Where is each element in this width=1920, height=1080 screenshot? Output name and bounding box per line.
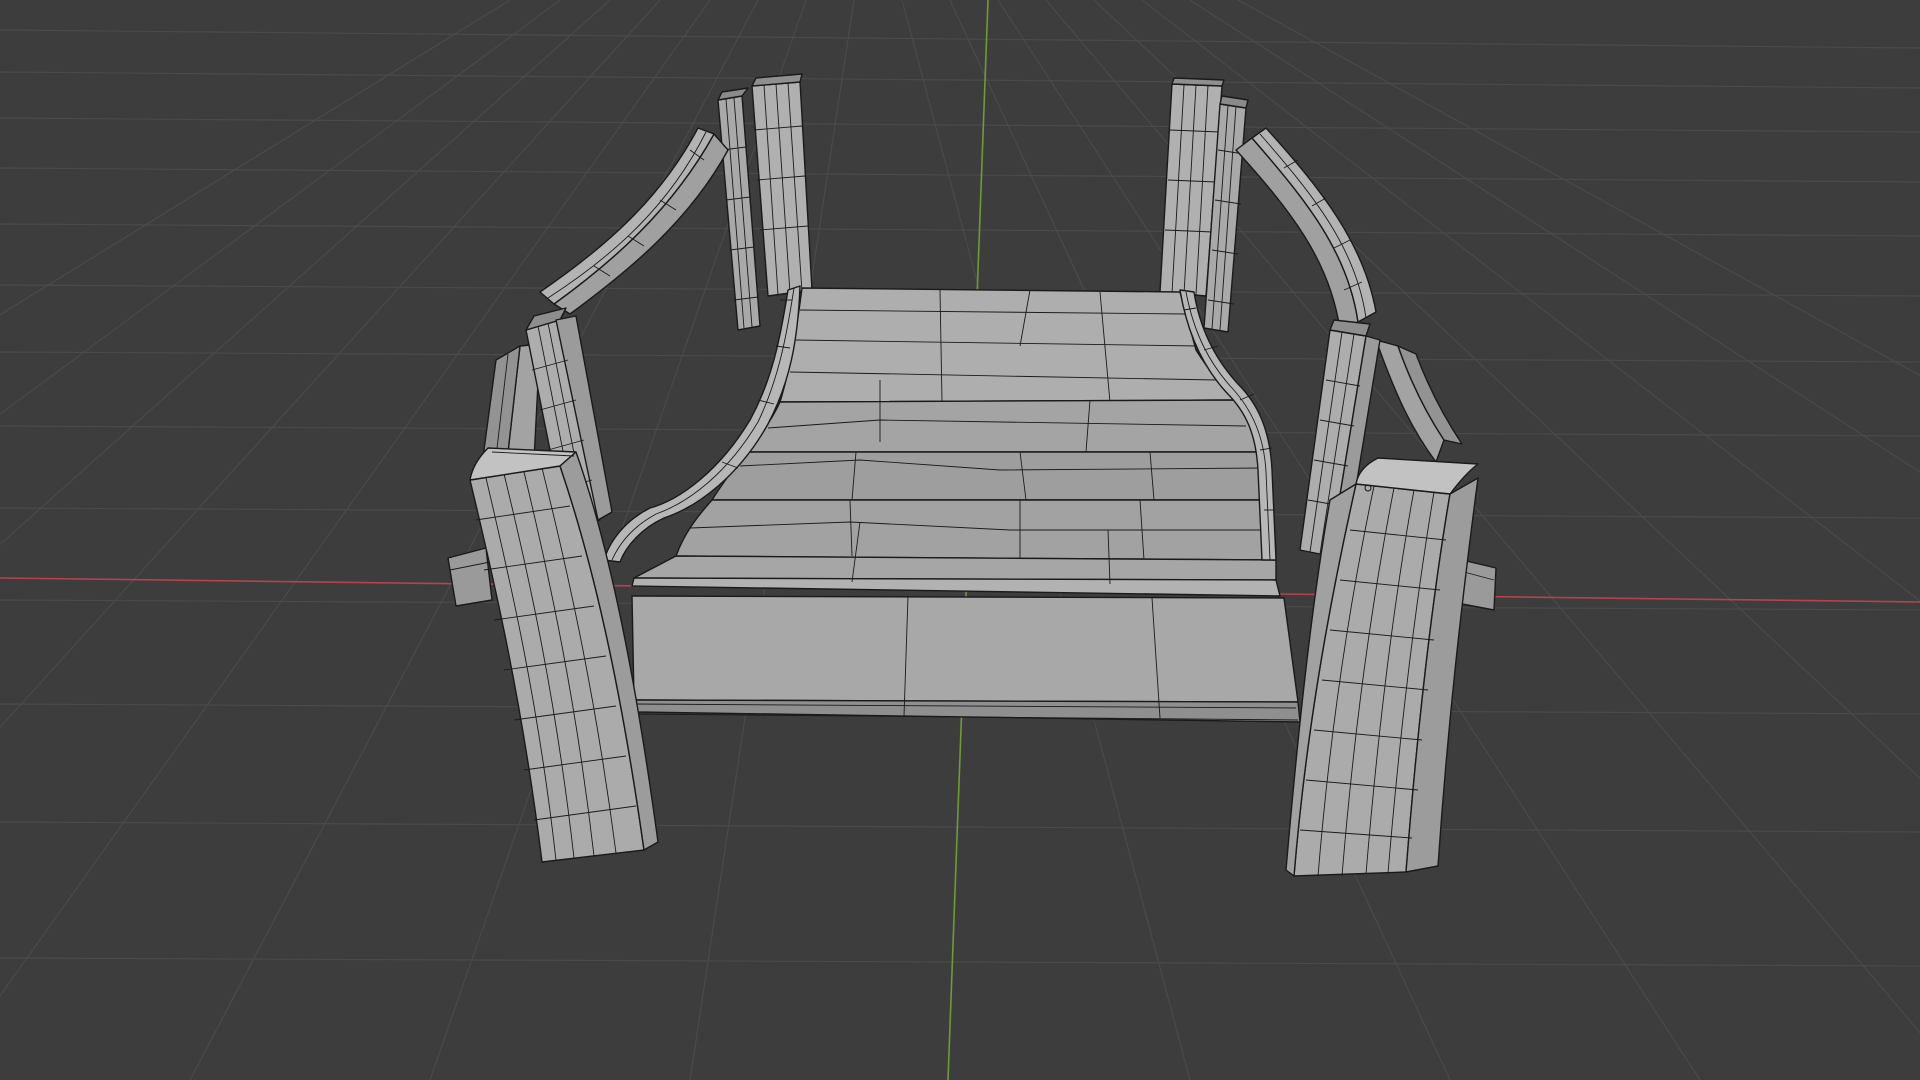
3d-viewport[interactable] [0, 0, 1920, 1080]
back-left-post-outer [717, 87, 761, 331]
viewport-canvas[interactable] [0, 0, 1920, 1080]
bridge-mesh[interactable] [447, 73, 1497, 877]
front-left-post [469, 447, 659, 863]
back-left-post-inner [751, 73, 813, 297]
